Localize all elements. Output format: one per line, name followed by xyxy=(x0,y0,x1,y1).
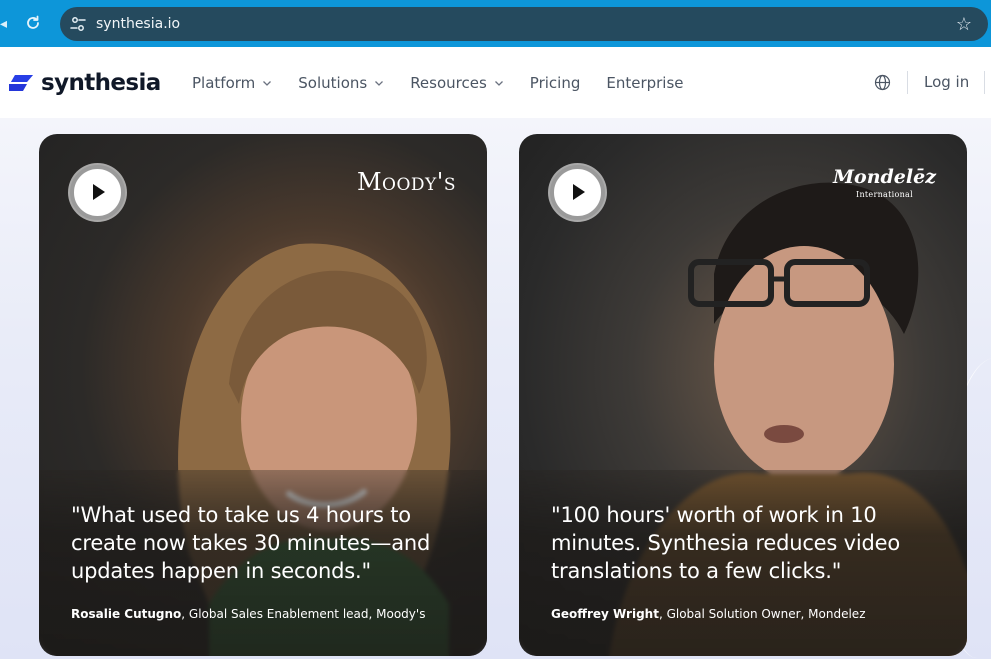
site-header: synthesia Platform Solutions Resources P… xyxy=(0,47,991,118)
chevron-down-icon xyxy=(494,80,503,86)
play-icon xyxy=(93,184,105,200)
header-divider xyxy=(907,71,908,94)
moodys-logo: Moody's xyxy=(356,168,456,196)
testimonial-role: , Global Sales Enablement lead, Moody's xyxy=(181,607,426,621)
nav-enterprise[interactable]: Enterprise xyxy=(606,74,683,92)
mondelez-logo: Mondelēz International xyxy=(833,168,936,204)
testimonial-quote: "What used to take us 4 hours to create … xyxy=(71,503,431,583)
play-button[interactable] xyxy=(550,165,605,220)
chevron-down-icon xyxy=(375,80,384,86)
nav-solutions[interactable]: Solutions xyxy=(298,74,384,92)
testimonial-attribution: Rosalie Cutugno, Global Sales Enablement… xyxy=(71,607,425,621)
play-icon xyxy=(573,184,585,200)
globe-icon[interactable] xyxy=(874,74,891,91)
reload-icon[interactable] xyxy=(24,14,42,32)
nav-resources[interactable]: Resources xyxy=(410,74,504,92)
testimonials-section: Moody's "What used to take us 4 hours to… xyxy=(0,118,991,659)
testimonial-attribution: Geoffrey Wright, Global Solution Owner, … xyxy=(551,607,866,621)
chevron-down-icon xyxy=(263,80,272,86)
testimonial-role: , Global Solution Owner, Mondelez xyxy=(658,607,866,621)
main-menu: Platform Solutions Resources Pricing Ent… xyxy=(192,47,710,118)
mondelez-logo-text: Mondelēz xyxy=(833,166,936,188)
synthesia-logo-mark-icon xyxy=(9,75,33,91)
header-divider xyxy=(984,71,985,94)
site-info-icon[interactable] xyxy=(69,15,87,33)
nav-enterprise-label: Enterprise xyxy=(606,73,684,92)
testimonial-card-mondelez[interactable]: Mondelēz International "100 hours' worth… xyxy=(519,134,967,656)
browser-toolbar: ◂ synthesia.io ☆ xyxy=(0,0,991,47)
play-button[interactable] xyxy=(70,165,125,220)
url-text[interactable]: synthesia.io xyxy=(96,7,180,41)
testimonial-author: Rosalie Cutugno xyxy=(71,607,182,621)
mondelez-logo-subtext: International xyxy=(856,190,913,199)
testimonial-author: Geoffrey Wright xyxy=(551,607,659,621)
testimonial-card-moodys[interactable]: Moody's "What used to take us 4 hours to… xyxy=(39,134,487,656)
login-link[interactable]: Log in xyxy=(924,47,969,118)
testimonial-quote: "100 hours' worth of work in 10 minutes.… xyxy=(551,503,900,583)
address-bar[interactable]: synthesia.io ☆ xyxy=(60,7,988,41)
nav-pricing[interactable]: Pricing xyxy=(530,74,581,92)
synthesia-logo[interactable]: synthesia xyxy=(7,68,161,98)
nav-resources-label: Resources xyxy=(410,73,487,92)
nav-platform[interactable]: Platform xyxy=(192,74,272,92)
bookmark-star-icon[interactable]: ☆ xyxy=(954,14,974,34)
nav-solutions-label: Solutions xyxy=(298,73,368,92)
nav-pricing-label: Pricing xyxy=(529,73,581,92)
nav-platform-label: Platform xyxy=(192,73,256,92)
logo-wordmark: synthesia xyxy=(41,70,161,96)
back-arrow-icon[interactable]: ◂ xyxy=(0,14,10,32)
